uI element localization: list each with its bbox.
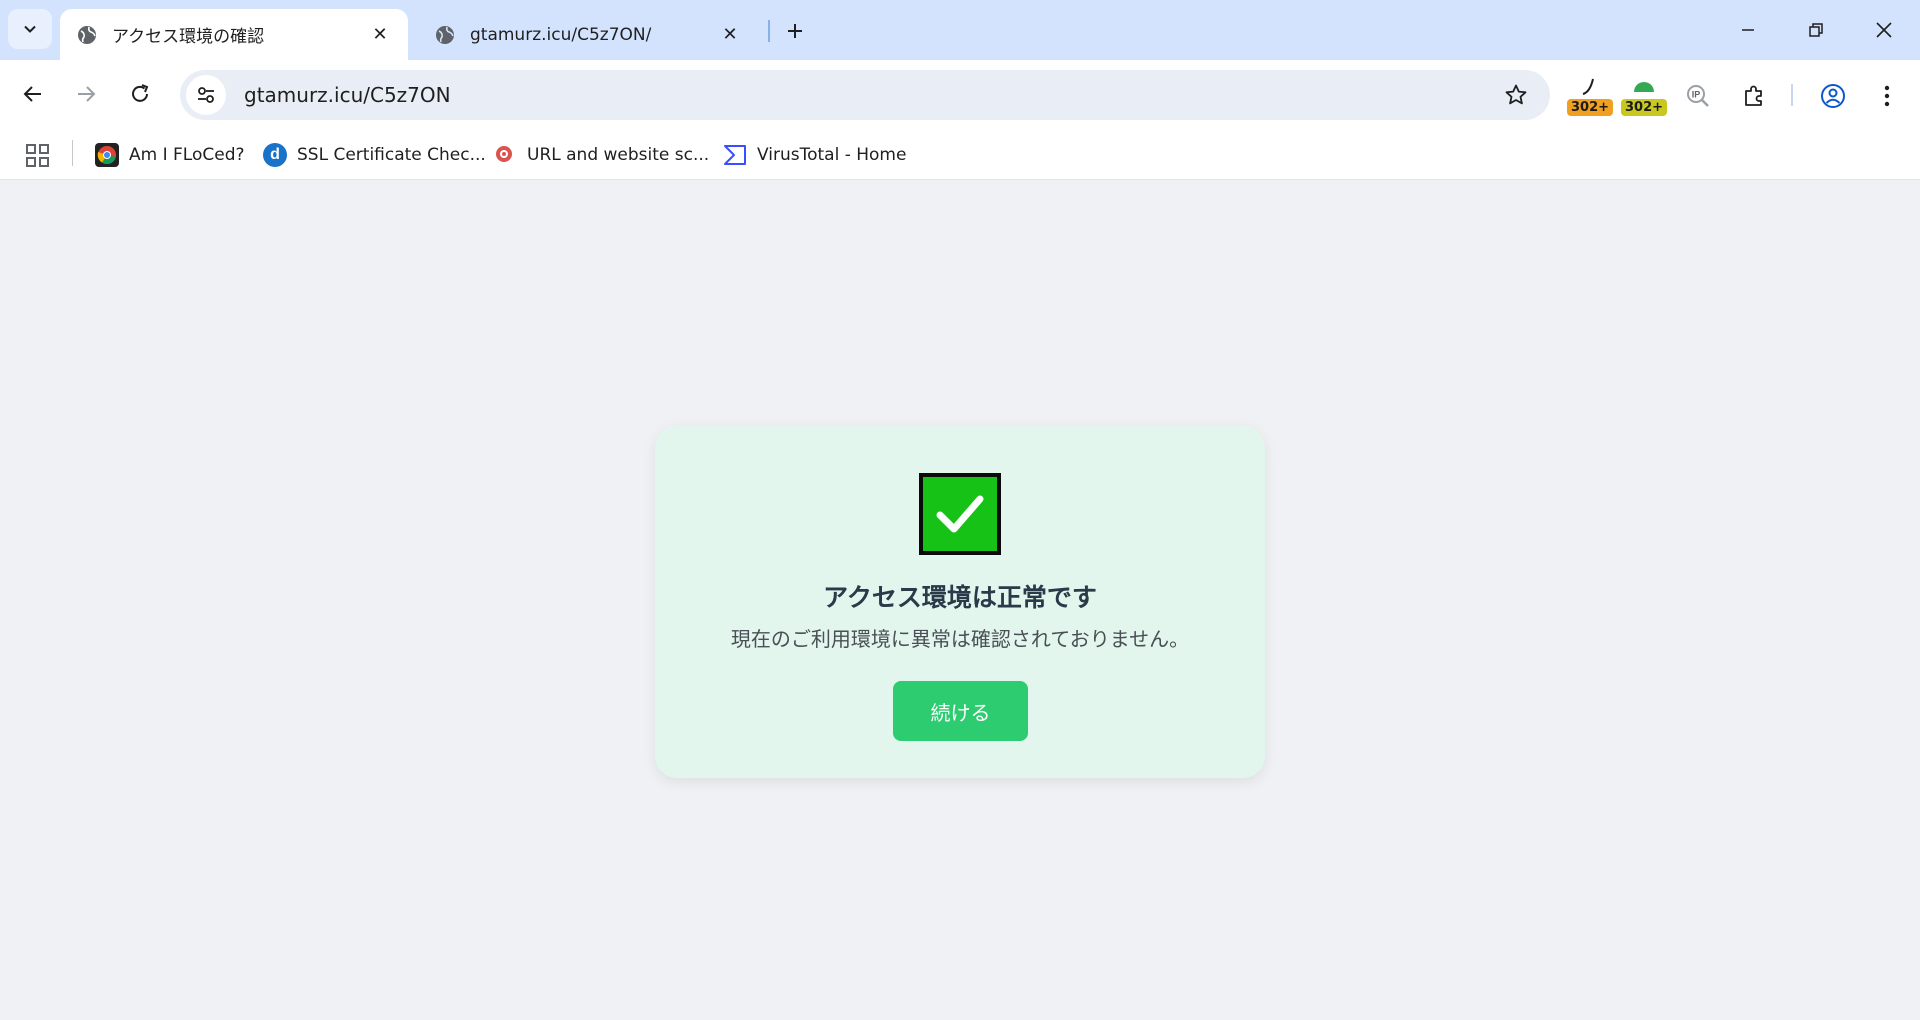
page-title: アクセス環境は正常です — [823, 583, 1097, 612]
reload-icon — [132, 84, 149, 102]
star-icon — [1505, 84, 1527, 105]
restore-button[interactable] — [1782, 0, 1850, 60]
browser-toolbar: gtamurz.icu/C5z7ON 302+ 302+ IP — [0, 60, 1920, 130]
minimize-button[interactable] — [1714, 0, 1782, 60]
tab-divider — [768, 20, 770, 42]
tune-icon — [198, 87, 214, 103]
digicert-icon: d — [263, 143, 287, 167]
address-bar[interactable]: gtamurz.icu/C5z7ON — [180, 70, 1550, 120]
chrome-icon — [95, 143, 119, 167]
arrow-left-icon — [23, 86, 41, 102]
continue-button[interactable]: 続ける — [893, 681, 1028, 741]
minimize-icon — [1742, 29, 1754, 31]
bookmark-label: URL and website sc... — [527, 145, 710, 165]
svg-text:IP: IP — [1692, 90, 1701, 100]
new-tab-button[interactable] — [778, 14, 812, 48]
forward-button[interactable] — [66, 74, 106, 114]
apps-grid-icon[interactable] — [24, 142, 52, 170]
site-info-button[interactable] — [186, 75, 226, 115]
url-text[interactable]: gtamurz.icu/C5z7ON — [244, 83, 1496, 107]
tab-title: アクセス環境の確認 — [112, 27, 265, 47]
arrow-right-icon — [78, 86, 96, 102]
ip-search-icon: IP — [1687, 85, 1709, 107]
profile-button[interactable] — [1811, 76, 1855, 116]
menu-button[interactable] — [1865, 76, 1909, 116]
close-window-button[interactable] — [1850, 0, 1918, 60]
globe-icon — [436, 25, 454, 44]
bookmarks-divider — [72, 140, 73, 166]
bookmarks-bar: Am I FLoCed? d SSL Certificate Chec... U… — [0, 130, 1920, 180]
redirect-tracer-extension[interactable]: 302+ — [1566, 76, 1614, 116]
status-message: 現在のご利用環境に異常は確認されておりません。 — [730, 627, 1190, 651]
bookmark-label: SSL Certificate Chec... — [297, 145, 486, 165]
restore-icon — [1809, 23, 1823, 37]
checkmark-icon — [919, 473, 1001, 555]
bookmark-label: Am I FLoCed? — [129, 145, 245, 165]
tab-title: gtamurz.icu/C5z7ON/ — [470, 24, 652, 45]
tab-strip: アクセス環境の確認 ✕ gtamurz.icu/C5z7ON/ ✕ — [0, 0, 1920, 60]
plus-icon — [788, 24, 802, 38]
extensions-button[interactable] — [1732, 76, 1776, 116]
urlscan-icon — [493, 143, 517, 167]
bookmark-item[interactable]: Am I FLoCed? — [95, 130, 245, 180]
status-card: アクセス環境は正常です 現在のご利用環境に異常は確認されておりません。 続ける — [655, 426, 1265, 778]
back-button[interactable] — [13, 74, 53, 114]
puzzle-icon — [1745, 85, 1762, 106]
bookmark-item[interactable]: VirusTotal - Home — [723, 130, 906, 180]
page-content: アクセス環境は正常です 現在のご利用環境に異常は確認されておりません。 続ける — [0, 181, 1920, 1020]
bookmark-item[interactable]: d SSL Certificate Chec... — [263, 130, 486, 180]
chevron-down-icon — [24, 25, 36, 33]
tab-inactive[interactable]: gtamurz.icu/C5z7ON/ ✕ — [418, 9, 758, 60]
tab-search-button[interactable] — [8, 9, 52, 49]
bookmark-star-button[interactable] — [1496, 75, 1536, 115]
extension-badge: 302+ — [1566, 99, 1614, 116]
virustotal-icon — [723, 143, 747, 167]
close-icon — [1876, 22, 1892, 38]
path-icon — [1634, 82, 1654, 92]
close-icon[interactable]: ✕ — [718, 23, 742, 47]
bookmark-label: VirusTotal - Home — [757, 145, 907, 165]
ip-lookup-extension[interactable]: IP — [1676, 76, 1720, 116]
redirect-icon — [1582, 78, 1594, 95]
toolbar-divider — [1791, 84, 1793, 106]
bookmark-item[interactable]: URL and website sc... — [493, 130, 709, 180]
close-icon[interactable]: ✕ — [368, 23, 392, 47]
globe-icon — [78, 25, 96, 44]
reload-button[interactable] — [120, 74, 160, 114]
redirect-path-extension[interactable]: 302+ — [1620, 76, 1668, 116]
more-vert-icon — [1884, 85, 1890, 107]
extension-badge: 302+ — [1620, 99, 1668, 116]
tab-active[interactable]: アクセス環境の確認 ✕ — [60, 9, 408, 60]
account-icon — [1821, 84, 1845, 108]
